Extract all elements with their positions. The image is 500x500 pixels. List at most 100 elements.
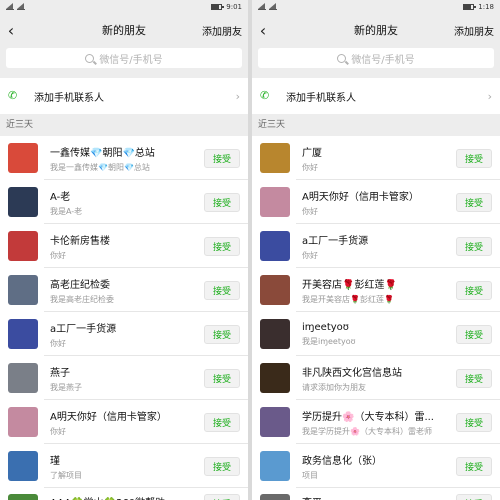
avatar[interactable] [8,231,38,261]
friend-name: 学历提升🌸（大专本科）雷... [302,411,434,423]
battery-icon [211,4,225,10]
accept-button[interactable]: 接受 [456,192,492,212]
friend-name: 卡伦新房售楼 [50,235,110,247]
accept-button[interactable]: 接受 [456,148,492,168]
accept-button[interactable]: 接受 [204,494,240,500]
back-icon[interactable]: ‹ [0,21,22,40]
back-icon[interactable]: ‹ [252,21,274,40]
friend-request-item[interactable]: 卡伦新房售楼 你好 接受 [0,224,248,268]
signal-icon [6,3,14,10]
avatar[interactable] [8,407,38,437]
nav-bar: ‹ 新的朋友 添加朋友 [252,14,500,46]
avatar[interactable] [8,363,38,393]
friend-request-item[interactable]: iɱeetyoʊ 我是iɱeetyoʊ 接受 [252,312,500,356]
accept-button[interactable]: 接受 [204,148,240,168]
nav-bar: ‹ 新的朋友 添加朋友 [0,14,248,46]
friend-message: 你好 [50,426,66,436]
friend-message: 你好 [302,162,318,172]
accept-button[interactable]: 接受 [456,412,492,432]
accept-button[interactable]: 接受 [456,236,492,256]
avatar[interactable] [260,143,290,173]
friend-name: 广厦 [302,147,322,159]
friend-request-item[interactable]: 广厦 你好 接受 [252,136,500,180]
friend-name: A-老 [50,191,71,203]
friend-request-item[interactable]: A明天你好（信用卡管家） 你好 接受 [252,180,500,224]
avatar[interactable] [260,319,290,349]
friend-request-item[interactable]: 李平 接受 [252,488,500,500]
accept-button[interactable]: 接受 [456,368,492,388]
friend-name: iɱeetyoʊ [302,321,349,333]
accept-button[interactable]: 接受 [204,456,240,476]
friend-message: 了解项目 [50,470,82,480]
friend-message: 我是学历提升🌸（大专本科）雷老师 [302,426,432,436]
friend-name: A明天你好（信用卡管家） [50,411,167,423]
friend-request-item[interactable]: A明天你好（信用卡管家） 你好 接受 [0,400,248,444]
friend-message: 请求添加你为朋友 [302,382,366,392]
signal-icon [17,3,25,10]
friend-request-item[interactable]: 学历提升🌸（大专本科）雷... 我是学历提升🌸（大专本科）雷老师 接受 [252,400,500,444]
friend-message: 我是一鑫传媒💎朝阳💎总站 [50,162,150,172]
friend-request-item[interactable]: 政务信息化（张） 项目 接受 [252,444,500,488]
friend-message: 我是燕子 [50,382,82,392]
accept-button[interactable]: 接受 [204,280,240,300]
status-time: 1:18 [478,3,494,11]
add-friend-button[interactable]: 添加朋友 [454,23,500,38]
accept-button[interactable]: 接受 [204,192,240,212]
friend-message: 你好 [302,206,318,216]
friend-request-item[interactable]: 开美容店🌹彭红莲🌹 我是开美容店🌹彭红莲🌹 接受 [252,268,500,312]
add-phone-contacts-label: 添加手机联系人 [34,92,104,104]
avatar[interactable] [8,451,38,481]
friend-message: 项目 [302,470,318,480]
friend-request-item[interactable]: a工厂一手货源 你好 接受 [252,224,500,268]
friend-name: 李平 [302,494,450,500]
friend-request-item[interactable]: 一鑫传媒💎朝阳💎总站 我是一鑫传媒💎朝阳💎总站 接受 [0,136,248,180]
accept-button[interactable]: 接受 [456,280,492,300]
search-input[interactable]: 微信号/手机号 [6,48,242,68]
friend-message: 我是A-老 [50,206,83,216]
accept-button[interactable]: 接受 [204,412,240,432]
accept-button[interactable]: 接受 [456,324,492,344]
avatar[interactable] [260,363,290,393]
phone-icon: ✆ [260,89,270,102]
signal-icon [258,3,266,10]
avatar[interactable] [260,407,290,437]
friend-request-item[interactable]: AAA🍀常山🍀360微帮助 接受 [0,488,248,500]
accept-button[interactable]: 接受 [204,324,240,344]
friend-name: A明天你好（信用卡管家） [302,191,419,203]
avatar[interactable] [8,319,38,349]
accept-button[interactable]: 接受 [204,368,240,388]
friend-message: 我是高老庄纪检委 [50,294,114,304]
avatar[interactable] [260,494,290,500]
add-phone-contacts-label: 添加手机联系人 [286,92,356,104]
avatar[interactable] [8,275,38,305]
accept-button[interactable]: 接受 [456,456,492,476]
search-input[interactable]: 微信号/手机号 [258,48,494,68]
status-bar: 9:01 [0,0,248,14]
friend-request-item[interactable]: 瑾 了解项目 接受 [0,444,248,488]
accept-button[interactable]: 接受 [204,236,240,256]
add-phone-contacts-row[interactable]: ✆ 添加手机联系人 › [0,78,248,114]
avatar[interactable] [260,231,290,261]
friend-name: 开美容店🌹彭红莲🌹 [302,279,397,291]
avatar[interactable] [8,143,38,173]
accept-button[interactable]: 接受 [456,494,492,500]
add-phone-contacts-row[interactable]: ✆ 添加手机联系人 › [252,78,500,114]
friend-request-item[interactable]: 燕子 我是燕子 接受 [0,356,248,400]
friend-request-item[interactable]: 高老庄纪检委 我是高老庄纪检委 接受 [0,268,248,312]
avatar[interactable] [8,187,38,217]
avatar[interactable] [260,187,290,217]
friend-request-item[interactable]: A-老 我是A-老 接受 [0,180,248,224]
avatar[interactable] [260,275,290,305]
friend-request-item[interactable]: a工厂一手货源 你好 接受 [0,312,248,356]
friend-message: 我是开美容店🌹彭红莲🌹 [302,294,394,304]
avatar[interactable] [260,451,290,481]
battery-icon [463,4,477,10]
signal-icon [269,3,277,10]
friend-name: 一鑫传媒💎朝阳💎总站 [50,147,155,159]
friend-name: 政务信息化（张） [302,455,382,467]
friend-message: 你好 [302,250,318,260]
friend-request-item[interactable]: 非凡陕西文化宫信息站 请求添加你为朋友 接受 [252,356,500,400]
add-friend-button[interactable]: 添加朋友 [202,23,248,38]
friend-name: a工厂一手货源 [302,235,369,247]
avatar[interactable] [8,494,38,500]
